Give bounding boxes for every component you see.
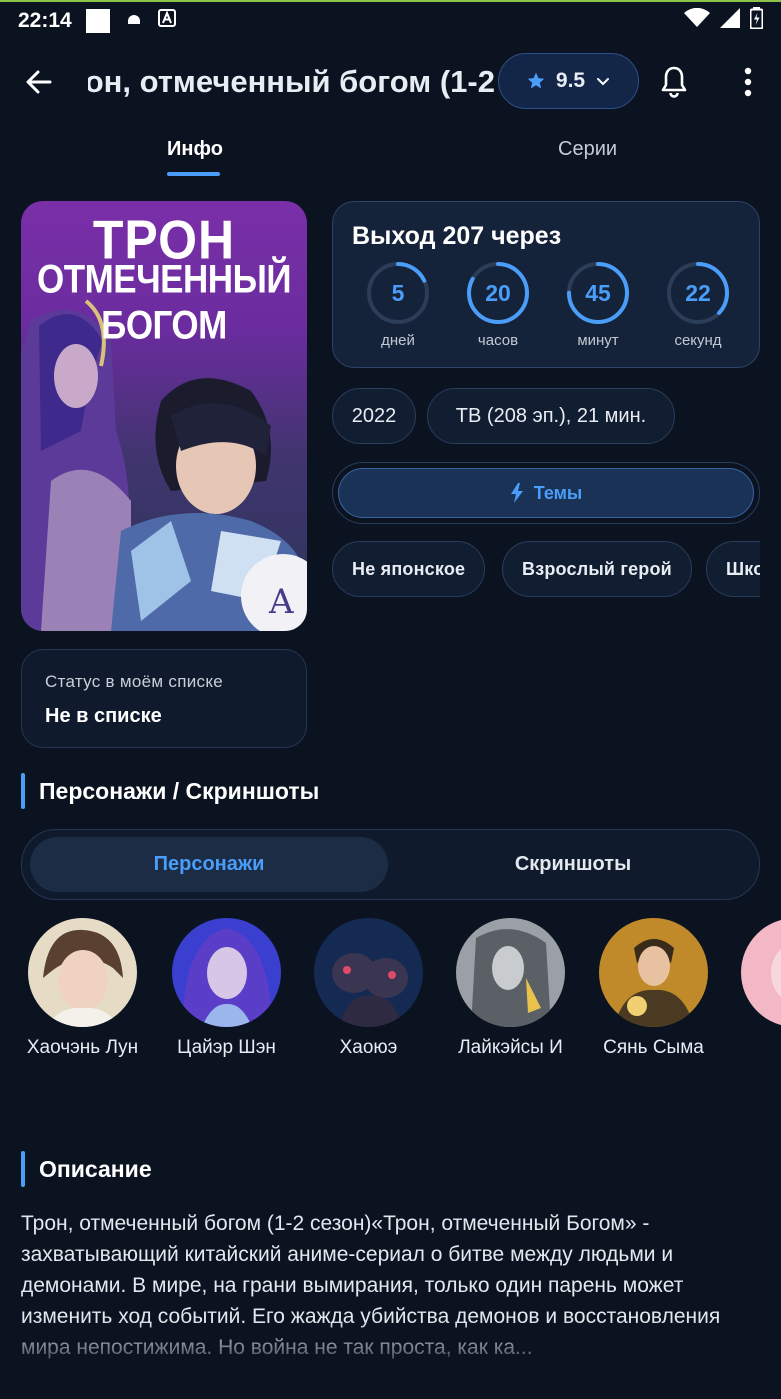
status-bar: 22:14 bbox=[0, 0, 781, 40]
character-item[interactable]: Лайкэйсы И bbox=[438, 917, 583, 1059]
signal-icon bbox=[720, 8, 740, 34]
tab-indicator bbox=[167, 172, 220, 176]
anime-poster[interactable]: A ТРОН ОТМЕЧЕННЫЙ БОГОМ bbox=[21, 201, 307, 631]
list-status-label: Статус в моём списке bbox=[45, 672, 224, 691]
segment-characters[interactable]: Персонажи bbox=[30, 837, 388, 892]
character-avatar bbox=[456, 918, 565, 1027]
countdown-days-value: 5 bbox=[391, 280, 405, 306]
themes-button-label: Темы bbox=[533, 482, 583, 503]
countdown-minutes-label: минут bbox=[577, 332, 619, 349]
year-chip: 2022 bbox=[332, 388, 416, 444]
character-name: Сянь Сыма bbox=[603, 1037, 704, 1058]
rating-value: 9.5 bbox=[555, 69, 586, 92]
countdown-minutes: 45 минут bbox=[565, 260, 631, 349]
star-icon bbox=[527, 72, 545, 89]
bell-icon bbox=[661, 66, 687, 98]
countdown-minutes-value: 45 bbox=[585, 280, 611, 306]
battery-icon bbox=[749, 7, 764, 35]
release-title: Выход 207 через bbox=[352, 222, 562, 250]
tag-chip[interactable]: Не японское bbox=[332, 541, 486, 597]
character-name: Лайкэйсы И bbox=[458, 1037, 563, 1058]
themes-button[interactable]: Темы bbox=[338, 468, 754, 518]
status-time: 22:14 bbox=[18, 9, 72, 32]
themes-button-frame: Темы bbox=[332, 462, 760, 524]
notifications-button[interactable] bbox=[658, 65, 690, 99]
arrow-left-icon bbox=[26, 70, 52, 94]
character-item[interactable]: Сянь Сыма bbox=[581, 917, 726, 1059]
lightning-icon bbox=[510, 483, 523, 503]
character-avatar bbox=[28, 918, 137, 1027]
tab-series[interactable]: Серии bbox=[558, 138, 617, 161]
countdown-days: 5 дней bbox=[365, 260, 431, 349]
countdown-hours-label: часов bbox=[477, 332, 519, 349]
character-name: Хаоюэ bbox=[339, 1037, 398, 1058]
section-accent-bar bbox=[21, 1151, 25, 1187]
page-title-wrap: Трон, отмеченный богом (1-2 сезон) bbox=[88, 60, 498, 104]
character-avatar bbox=[172, 918, 281, 1027]
segment-screenshots[interactable]: Скриншоты bbox=[392, 837, 754, 892]
wifi-icon bbox=[684, 7, 710, 34]
character-avatar bbox=[599, 918, 708, 1027]
list-status-card[interactable]: Статус в моём списке Не в списке bbox=[21, 649, 307, 748]
svg-text:A: A bbox=[268, 582, 294, 622]
countdown-seconds: 22 секунд bbox=[665, 260, 731, 349]
countdown-seconds-label: секунд bbox=[674, 332, 722, 349]
countdown-hours: 20 часов bbox=[465, 260, 531, 349]
rating-button[interactable]: 9.5 bbox=[498, 53, 639, 109]
countdown-days-label: дней bbox=[381, 332, 415, 349]
page-title: Трон, отмеченный богом (1-2 сезон) bbox=[88, 64, 498, 99]
character-avatar bbox=[741, 918, 781, 1027]
description-text[interactable]: Трон, отмеченный богом (1-2 сезон)«Трон,… bbox=[21, 1208, 763, 1368]
more-menu-button[interactable] bbox=[733, 64, 763, 100]
tag-chip[interactable]: Взрослый герой bbox=[502, 541, 692, 597]
release-countdown-card: Выход 207 через 5 дней 20 часов 45 минут… bbox=[332, 201, 760, 368]
countdown-hours-value: 20 bbox=[485, 280, 511, 306]
more-vertical-icon bbox=[744, 67, 752, 97]
chevron-down-icon bbox=[597, 78, 610, 86]
countdown-seconds-value: 22 bbox=[685, 280, 711, 306]
characters-section-title: Персонажи / Скриншоты bbox=[39, 777, 320, 804]
description-title: Описание bbox=[39, 1155, 152, 1182]
type-chip: ТВ (208 эп.), 21 мин. bbox=[427, 388, 675, 444]
description-section-header: Описание bbox=[21, 1151, 152, 1187]
character-name: Хаочэнь Лун bbox=[26, 1037, 139, 1058]
font-a-icon bbox=[157, 9, 176, 33]
notification-square-icon bbox=[85, 9, 110, 33]
character-name: Цайэр Шэн bbox=[177, 1037, 276, 1058]
character-avatar bbox=[314, 918, 423, 1027]
poster-title-line2: ОТМЕЧЕННЫЙ БОГОМ bbox=[36, 257, 292, 348]
character-item[interactable] bbox=[723, 917, 781, 1037]
tab-bar: Инфо Серии bbox=[0, 128, 781, 178]
characters-section-header: Персонажи / Скриншоты bbox=[21, 773, 319, 809]
tag-list: Не японское Взрослый герой Школа bbox=[332, 540, 760, 598]
character-item[interactable]: Хаочэнь Лун bbox=[10, 917, 155, 1059]
section-accent-bar bbox=[21, 773, 25, 809]
character-item[interactable]: Цайэр Шэн bbox=[154, 917, 299, 1059]
android-icon bbox=[126, 9, 142, 33]
list-status-value: Не в списке bbox=[45, 705, 162, 727]
tab-info[interactable]: Инфо bbox=[167, 138, 223, 161]
characters-screenshots-toggle: Персонажи Скриншоты bbox=[21, 829, 760, 900]
character-item[interactable]: Хаоюэ bbox=[296, 917, 441, 1059]
characters-list: Хаочэнь Лун Цайэр Шэн Хаоюэ Лайкэйсы И С… bbox=[0, 917, 781, 1067]
tag-chip[interactable]: Школа bbox=[706, 541, 760, 597]
back-button[interactable] bbox=[22, 64, 58, 100]
app-bar: Трон, отмеченный богом (1-2 сезон) 9.5 bbox=[0, 50, 781, 114]
